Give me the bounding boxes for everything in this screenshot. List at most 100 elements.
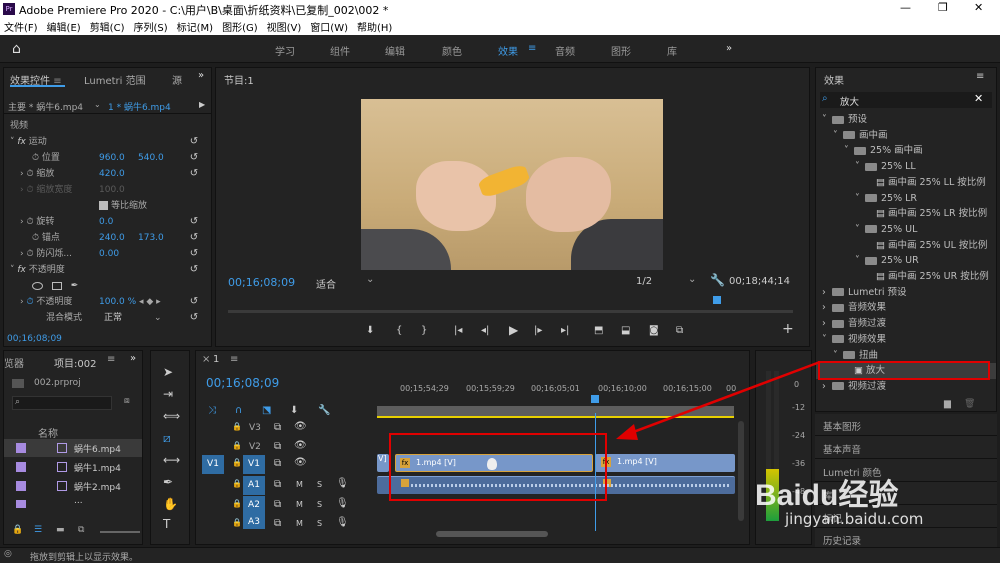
video-clip[interactable]: fx 1.mp4 [V]	[595, 454, 735, 472]
new-bin-icon[interactable]: ▆	[944, 399, 951, 409]
stopwatch-icon[interactable]: ⏱	[26, 249, 33, 259]
folder-item[interactable]: › 音频过渡	[816, 316, 996, 332]
nest-icon[interactable]: ⤨	[208, 405, 216, 416]
sequence-clip-label[interactable]: 1 * 蜗牛6.mp4	[108, 100, 171, 113]
sync-icon[interactable]: ⧉	[274, 441, 281, 452]
menu-help[interactable]: 帮助(H)	[357, 23, 392, 34]
quality-select[interactable]: 1/2	[636, 276, 652, 287]
list-view-icon[interactable]: ☰	[34, 525, 42, 535]
folder-item[interactable]: ˅ 25% LR	[816, 191, 996, 207]
delete-icon[interactable]: 🗑	[964, 399, 975, 409]
tab-lumetri-scopes[interactable]: Lumetri 范围	[84, 72, 146, 87]
menu-window[interactable]: 窗口(W)	[310, 23, 348, 34]
sync-icon[interactable]: ⧉	[274, 499, 281, 510]
sync-icon[interactable]: ⧉	[274, 422, 281, 433]
video-clip-left-edge[interactable]: V]	[377, 454, 389, 472]
clear-search-icon[interactable]: ✕	[974, 92, 983, 105]
tab-graphics[interactable]: 图形	[611, 43, 631, 58]
lock-icon[interactable]: 🔒	[232, 422, 242, 431]
rectangle-mask-icon[interactable]	[51, 281, 62, 290]
antiflicker-value[interactable]: 0.00	[99, 246, 119, 262]
folder-item[interactable]: ˅ 25% LL	[816, 159, 996, 175]
tab-color[interactable]: 颜色	[442, 43, 462, 58]
eye-icon[interactable]: 👁	[294, 421, 307, 432]
ellipse-mask-icon[interactable]	[32, 281, 43, 290]
folder-item[interactable]: ˅ 预设	[816, 112, 996, 128]
preset-item[interactable]: ▤ 画中画 25% UR 按比例	[816, 269, 996, 285]
name-column-header[interactable]: 名称	[38, 425, 58, 440]
lift-icon[interactable]: ⬒	[594, 325, 603, 336]
chevron-icon[interactable]: ˅	[822, 332, 832, 348]
scale-value[interactable]: 420.0	[99, 166, 125, 182]
stopwatch-icon[interactable]: ⏱	[32, 153, 39, 163]
play-triangle-icon[interactable]: ▶	[199, 100, 205, 109]
folder-item[interactable]: ˅ 画中画	[816, 128, 996, 144]
comparison-view-icon[interactable]: ⧉	[676, 325, 683, 336]
preset-item[interactable]: ▤ 画中画 25% UL 按比例	[816, 238, 996, 254]
tab-assembly[interactable]: 组件	[330, 43, 350, 58]
master-clip-label[interactable]: 主要 * 蜗牛6.mp4	[8, 100, 83, 113]
panel-more-icon[interactable]: »	[198, 70, 204, 81]
more-workspaces-icon[interactable]: »	[726, 43, 732, 54]
hand-tool-icon[interactable]: ✋	[163, 497, 178, 511]
chevron-icon[interactable]: ˅	[855, 159, 865, 175]
chevron-icon[interactable]: ˅	[833, 128, 843, 144]
lock-icon[interactable]: 🔒	[232, 458, 242, 467]
anchor-x-value[interactable]: 240.0	[99, 230, 125, 246]
microphone-icon[interactable]: 🎙	[336, 517, 349, 528]
linked-selection-icon[interactable]: ⬔	[262, 405, 271, 416]
ec-timecode[interactable]: 00;16;08;09	[7, 334, 62, 344]
folder-item[interactable]: › 音频效果	[816, 300, 996, 316]
panel-menu-icon[interactable]: ≡	[230, 354, 238, 365]
playhead-marker-icon[interactable]	[591, 395, 599, 403]
chevron-down-icon[interactable]: ⌄	[366, 274, 374, 285]
pen-tool-icon[interactable]: ✒	[163, 475, 173, 489]
home-icon[interactable]: ⌂	[12, 41, 21, 57]
playhead-marker-icon[interactable]	[713, 296, 721, 304]
step-back-icon[interactable]: ◂|	[481, 325, 489, 336]
track-label[interactable]: V2	[249, 442, 261, 452]
effects-search-input[interactable]: ⌕ 放大 ✕	[820, 92, 992, 108]
add-marker-icon[interactable]: ⬇	[366, 325, 374, 336]
tab-media-browser[interactable]: 览器	[4, 355, 24, 370]
menu-view[interactable]: 视图(V)	[267, 23, 302, 34]
go-to-in-icon[interactable]: |◂	[454, 325, 462, 336]
chevron-icon[interactable]: ˅	[855, 191, 865, 207]
add-marker-icon[interactable]: ⬇	[290, 405, 298, 416]
chevron-icon[interactable]: ˅	[844, 143, 854, 159]
ripple-edit-tool-icon[interactable]: ⟺	[163, 409, 180, 423]
snap-magnet-icon[interactable]: ∩	[235, 405, 242, 416]
opacity-value[interactable]: 100.0 %	[99, 294, 136, 310]
close-window-button[interactable]: ✕	[974, 1, 983, 14]
effects-panel-title[interactable]: 效果	[824, 72, 844, 87]
eye-icon[interactable]: 👁	[294, 457, 307, 468]
source-patch-v1[interactable]: V1	[202, 455, 224, 474]
sync-icon[interactable]: ⧉	[274, 458, 281, 469]
lock-icon[interactable]: 🔒	[232, 499, 242, 508]
mute-button[interactable]: M	[296, 519, 303, 528]
folder-item[interactable]: ˅ 25% UL	[816, 222, 996, 238]
zoom-slider[interactable]	[100, 531, 140, 533]
sync-icon[interactable]: ⧉	[274, 479, 281, 490]
slip-tool-icon[interactable]: ⟷	[163, 453, 180, 467]
checkbox-checked-icon[interactable]	[99, 201, 108, 210]
mark-out-icon[interactable]: }	[421, 325, 427, 336]
track-label-a3[interactable]: A3	[243, 515, 265, 529]
add-button-icon[interactable]: +	[782, 321, 794, 337]
menu-sequence[interactable]: 序列(S)	[133, 23, 167, 34]
pen-mask-icon[interactable]: ✒	[71, 281, 79, 291]
new-bin-from-search-icon[interactable]: ⧈	[124, 396, 130, 406]
lock-icon[interactable]: 🔒	[12, 525, 23, 535]
panel-menu-icon[interactable]: ≡	[976, 71, 984, 82]
go-to-out-icon[interactable]: ▸|	[561, 325, 569, 336]
fit-select[interactable]: 适合	[316, 276, 336, 291]
expand-chevron-icon[interactable]: ˅	[10, 137, 15, 147]
microphone-icon[interactable]: 🎙	[336, 498, 349, 509]
track-label-v1[interactable]: V1	[243, 455, 265, 474]
tab-learning[interactable]: 学习	[275, 43, 295, 58]
tab-effects[interactable]: 效果	[498, 43, 518, 58]
position-x-value[interactable]: 960.0	[99, 150, 125, 166]
zoom-scrollbar[interactable]	[228, 307, 803, 315]
mute-button[interactable]: M	[296, 500, 303, 509]
lock-icon[interactable]: 🔒	[232, 479, 242, 488]
